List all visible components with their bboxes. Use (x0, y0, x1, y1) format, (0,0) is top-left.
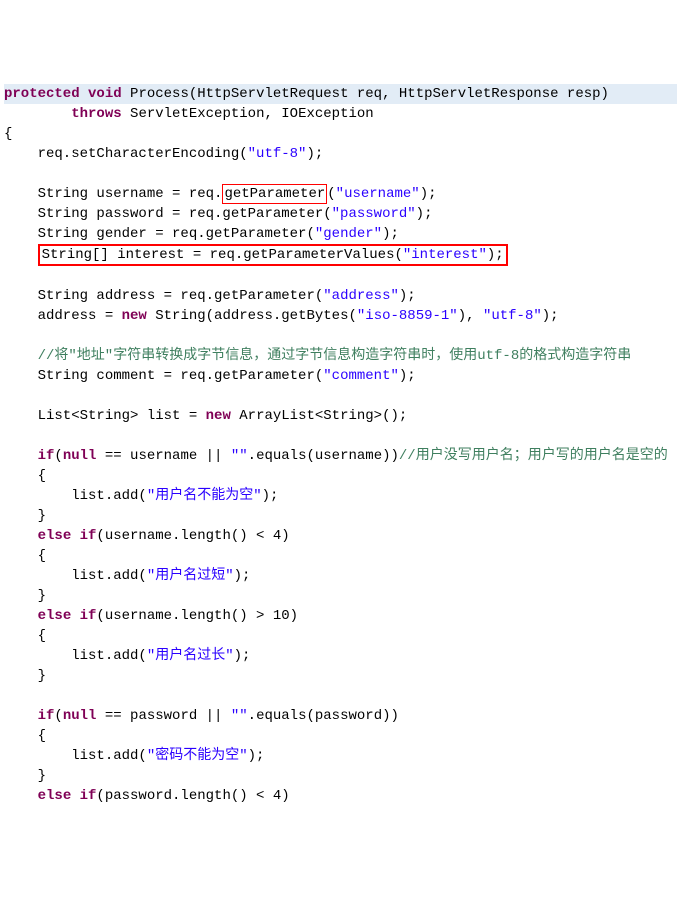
brace-open: { (4, 466, 677, 486)
add-username-short: list.add("用户名过短"); (4, 566, 677, 586)
brace-close: } (4, 766, 677, 786)
gender-line: String gender = req.getParameter("gender… (4, 224, 677, 244)
address-line: String address = req.getParameter("addre… (4, 286, 677, 306)
address-convert-line: address = new String(address.getBytes("i… (4, 306, 677, 326)
getparameter-highlight-box: getParameter (222, 184, 327, 204)
throws-rest: ServletException, IOException (122, 106, 374, 122)
encoding-line: req.setCharacterEncoding("utf-8"); (4, 144, 677, 164)
if-username-line: if(null == username || "".equals(usernam… (4, 446, 677, 466)
blank-line (4, 326, 677, 346)
kw-protected: protected (4, 86, 80, 102)
method-signature: Process(HttpServletRequest req, HttpServ… (122, 86, 609, 102)
brace-close: } (4, 506, 677, 526)
kw-throws: throws (71, 106, 121, 122)
method-signature-line: protected void Process(HttpServletReques… (4, 84, 677, 104)
add-username-empty: list.add("用户名不能为空"); (4, 486, 677, 506)
interest-highlight-box: String[] interest = req.getParameterValu… (38, 244, 508, 266)
blank-line (4, 686, 677, 706)
brace-open: { (4, 626, 677, 646)
elseif-password-short: else if(password.length() < 4) (4, 786, 677, 806)
password-line: String password = req.getParameter("pass… (4, 204, 677, 224)
list-decl-line: List<String> list = new ArrayList<String… (4, 406, 677, 426)
brace-open: { (4, 546, 677, 566)
elseif-username-short: else if(username.length() < 4) (4, 526, 677, 546)
blank-line (4, 386, 677, 406)
brace-open: { (4, 726, 677, 746)
add-username-long: list.add("用户名过长"); (4, 646, 677, 666)
interest-line: String[] interest = req.getParameterValu… (4, 244, 677, 266)
elseif-username-long: else if(username.length() > 10) (4, 606, 677, 626)
kw-void: void (88, 86, 122, 102)
username-line: String username = req.getParameter("user… (4, 184, 677, 204)
blank-line (4, 164, 677, 184)
brace-close: } (4, 586, 677, 606)
if-password-line: if(null == password || "".equals(passwor… (4, 706, 677, 726)
comment-param-line: String comment = req.getParameter("comme… (4, 366, 677, 386)
blank-line (4, 266, 677, 286)
brace-close: } (4, 666, 677, 686)
blank-line (4, 426, 677, 446)
comment-cn: //将"地址"字符串转换成字节信息，通过字节信息构造字符串时，使用utf-8的格… (4, 346, 677, 366)
open-brace: { (4, 124, 677, 144)
add-password-empty: list.add("密码不能为空"); (4, 746, 677, 766)
throws-line: throws ServletException, IOException (4, 104, 677, 124)
